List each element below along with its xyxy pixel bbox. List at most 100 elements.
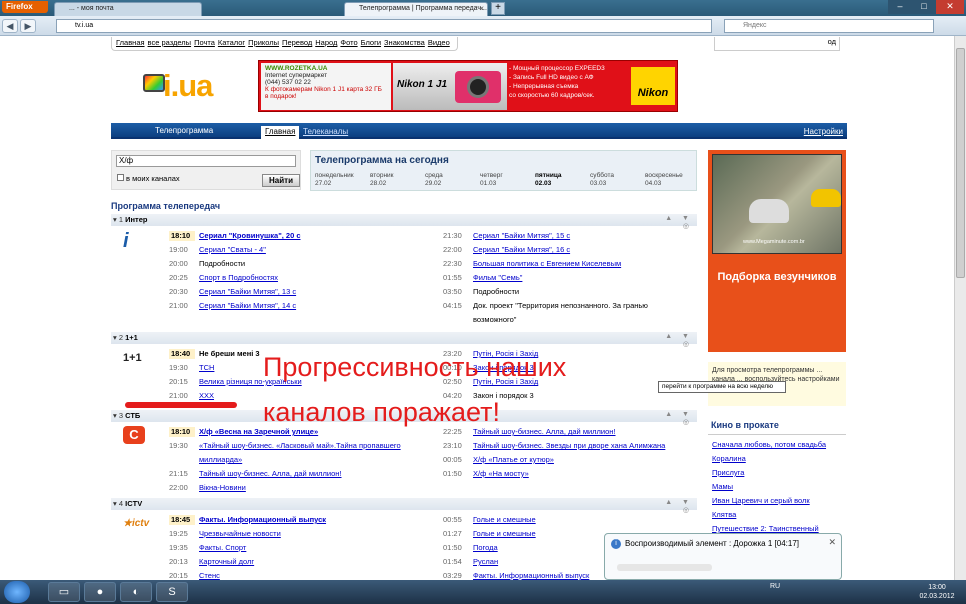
language-indicator[interactable]: RU (770, 583, 780, 590)
channel-name[interactable]: 1+1 (125, 333, 138, 342)
top-nav-item[interactable]: Знакомства (384, 38, 425, 47)
forward-icon[interactable]: ▶ (20, 19, 36, 33)
top-nav-item[interactable]: Блоги (361, 38, 381, 47)
program-link[interactable]: Спорт в Подробностях (199, 273, 278, 282)
search-input[interactable]: Яндекс (724, 19, 934, 33)
back-icon[interactable]: ◀ (2, 19, 18, 33)
channel-logo[interactable]: i (123, 230, 157, 252)
channel-controls[interactable]: ▲ ▼ ◎ (653, 411, 693, 426)
channel-logo[interactable]: 1+1 (123, 348, 157, 370)
program-link[interactable]: Тайный шоу-бизнес. Звезды при дворе хана… (473, 441, 665, 450)
new-tab-button[interactable]: + (491, 2, 505, 15)
ad-banner[interactable]: WWW.ROZETKA.UA Internet супермаркет (044… (258, 60, 678, 112)
clock[interactable]: 13:00 02.03.2012 (917, 583, 957, 601)
media-player-icon[interactable]: ◐ (120, 582, 152, 602)
program-link[interactable]: миллиарда» (199, 455, 242, 464)
scroll-thumb[interactable] (956, 48, 965, 278)
program-link[interactable]: Тайный шоу-бизнес. Алла, дай миллион! (199, 469, 342, 478)
day-tab[interactable]: воскресенье 04.03 (645, 172, 690, 188)
program-link[interactable]: Сериал "Байки Митяя", 13 с (199, 287, 296, 296)
top-nav-item[interactable]: Каталог (218, 38, 245, 47)
firefox-menu-button[interactable]: Firefox (2, 1, 48, 13)
tab-channels[interactable]: Телеканалы (303, 127, 348, 136)
settings-link[interactable]: Настройки (804, 127, 843, 136)
channel-name[interactable]: СТБ (125, 411, 140, 420)
program-search-input[interactable]: Х/ф (116, 155, 296, 167)
channel-controls[interactable]: ▲ ▼ ◎ (653, 333, 693, 348)
firefox-icon[interactable]: ● (84, 582, 116, 602)
program-link[interactable]: Факты. Спорт (199, 543, 246, 552)
address-bar[interactable]: tv.i.ua (56, 19, 712, 33)
channel-name[interactable]: Интер (125, 215, 147, 224)
program-link[interactable]: Сериал "Сваты - 4" (199, 245, 266, 254)
program-link[interactable]: Х/ф «На мосту» (473, 469, 529, 478)
movie-link[interactable]: Иван Царевич и серый волк (712, 496, 810, 505)
program-link[interactable]: Большая политика с Евгением Киселевым (473, 259, 621, 268)
start-button[interactable] (4, 581, 30, 603)
day-tab[interactable]: среда 29.02 (425, 172, 470, 188)
checkbox-icon[interactable] (117, 174, 124, 181)
program-link[interactable]: Стенс (199, 571, 220, 580)
top-nav-item[interactable]: Приколы (248, 38, 279, 47)
minimize-icon[interactable]: – (888, 0, 912, 14)
day-tab[interactable]: пятница 02.03 (535, 172, 580, 188)
top-nav-item[interactable]: Перевод (282, 38, 312, 47)
login-link[interactable]: од (828, 37, 836, 46)
tab-mail[interactable]: ... - моя почта (54, 2, 202, 16)
program-link[interactable]: Сериал "Байки Митяя", 15 с (473, 231, 570, 240)
media-notification[interactable]: i Воспроизводимый элемент : Дорожка 1 [0… (604, 533, 842, 580)
top-nav-item[interactable]: Видео (428, 38, 450, 47)
program-link[interactable]: Х/ф «Платье от кутюр» (473, 455, 554, 464)
channel-logo[interactable]: C (123, 426, 157, 448)
program-link[interactable]: Сериал "Кровинушка", 20 с (199, 231, 301, 240)
explorer-icon[interactable]: ▭ (48, 582, 80, 602)
day-tab[interactable]: понедельник 27.02 (315, 172, 360, 188)
program-link[interactable]: Руслан (473, 557, 498, 566)
program-link[interactable]: Голые и смешные (473, 529, 536, 538)
program-link[interactable]: Погода (473, 543, 498, 552)
program-link[interactable]: Голые и смешные (473, 515, 536, 524)
tab-tv[interactable]: Телепрограмма | Программа передач... × (344, 2, 488, 16)
close-window-icon[interactable]: ✕ (936, 0, 964, 14)
my-channels-checkbox[interactable]: в моих каналах (117, 174, 180, 183)
channel-controls[interactable]: ▲ ▼ ◎ (653, 215, 693, 230)
find-button[interactable]: Найти (262, 174, 300, 187)
top-nav-item[interactable]: все разделы (148, 38, 192, 47)
day-tab[interactable]: суббота 03.03 (590, 172, 635, 188)
top-nav-item[interactable]: Почта (194, 38, 215, 47)
channel-logo[interactable]: ★ictv (123, 514, 157, 536)
movie-link[interactable]: Клятва (712, 510, 736, 519)
skype-icon[interactable]: S (156, 582, 188, 602)
day-tab[interactable]: вторник 28.02 (370, 172, 415, 188)
movie-link[interactable]: Мамы (712, 482, 733, 491)
scrollbar[interactable] (954, 36, 966, 580)
tab-main[interactable]: Главная (261, 126, 300, 139)
program-link[interactable]: Сериал "Байки Митяя", 16 с (473, 245, 570, 254)
close-tab-icon[interactable]: × (479, 4, 484, 13)
movie-link[interactable]: Сначала любовь, потом свадьба (712, 440, 826, 449)
channel-name[interactable]: ICTV (125, 499, 142, 508)
movie-link[interactable]: Прислуга (712, 468, 744, 477)
site-logo[interactable]: i.ua (143, 68, 223, 108)
channel-controls[interactable]: ▲ ▼ ◎ (653, 499, 693, 514)
movie-link[interactable]: Коралина (712, 454, 746, 463)
program-link[interactable]: Фильм "Семь" (473, 273, 522, 282)
program-link[interactable]: Чрезвычайные новости (199, 529, 281, 538)
top-nav-item[interactable]: Народ (315, 38, 337, 47)
movie-link[interactable]: Путешествие 2: Таинственный (712, 524, 819, 533)
day-tab[interactable]: четверг 01.03 (480, 172, 525, 188)
program-link[interactable]: Факты. Информационный выпуск (199, 515, 326, 524)
side-ad[interactable]: www.Megaminute.com.br Подборка везунчико… (708, 150, 846, 352)
top-nav-item[interactable]: Главная (116, 38, 145, 47)
program-link[interactable]: Сериал "Байки Митяя", 14 с (199, 301, 296, 310)
program-link[interactable]: ХХХ (199, 391, 214, 400)
program-link[interactable]: ТСН (199, 363, 214, 372)
maximize-icon[interactable]: □ (912, 0, 936, 14)
program-link[interactable]: Карточный долг (199, 557, 254, 566)
program-link[interactable]: «Тайный шоу-бизнес. «Ласковый май».Тайна… (199, 441, 401, 450)
top-nav-item[interactable]: Фото (340, 38, 357, 47)
program-link[interactable]: Вікна-Новини (199, 483, 246, 492)
program-link[interactable]: Факты. Информационный выпуск (473, 571, 589, 580)
login-box[interactable]: од (714, 37, 840, 51)
close-notification-icon[interactable]: ✕ (828, 537, 836, 548)
